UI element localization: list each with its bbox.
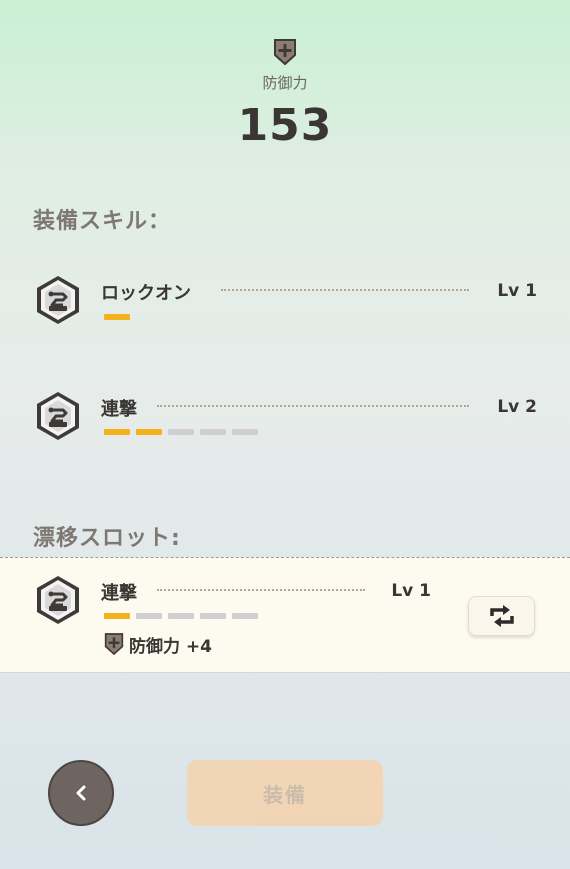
robot-arm-badge-icon	[33, 574, 83, 626]
level-bar	[104, 314, 130, 320]
skill-name: ロックオン	[101, 283, 191, 304]
level-bars	[104, 429, 258, 435]
level-bar	[200, 429, 226, 435]
level-bar	[168, 429, 194, 435]
level-bar	[200, 613, 226, 619]
level-bars	[104, 613, 258, 619]
skill-level: Lv 1	[497, 281, 537, 301]
level-bar	[136, 613, 162, 619]
skill-name: 連撃	[101, 583, 137, 604]
swap-arrows-icon	[489, 605, 514, 627]
level-bar	[232, 613, 258, 619]
back-button[interactable]	[48, 760, 114, 826]
robot-arm-badge-icon	[33, 390, 83, 442]
stat-label: 防御力	[262, 74, 308, 92]
chevron-left-icon	[76, 785, 86, 801]
skill-row[interactable]: ロックオン Lv 1	[0, 270, 570, 330]
defense-shield-icon	[104, 632, 124, 656]
skill-row[interactable]: 連撃 Lv 2	[0, 386, 570, 446]
skill-level: Lv 1	[391, 581, 431, 601]
drift-slot-title: 漂移スロット:	[33, 526, 181, 551]
equipped-skills-title: 装備スキル：	[33, 209, 172, 234]
divider	[157, 405, 469, 407]
robot-arm-badge-icon	[33, 274, 83, 326]
defense-shield-icon	[273, 38, 297, 66]
level-bar	[136, 429, 162, 435]
bonus-text: 防御力 +4	[129, 636, 212, 657]
divider	[221, 289, 469, 291]
level-bar	[104, 429, 130, 435]
skill-name: 連撃	[101, 399, 137, 420]
slot-bonus: 防御力 +4	[104, 632, 212, 657]
divider	[157, 589, 365, 591]
level-bar	[232, 429, 258, 435]
level-bars	[104, 314, 130, 320]
level-bar	[168, 613, 194, 619]
equip-button[interactable]: 装備	[187, 760, 383, 826]
swap-button[interactable]	[468, 596, 535, 636]
stat-value: 153	[237, 100, 333, 151]
skill-level: Lv 2	[497, 397, 537, 417]
slot-skill-row[interactable]: 連撃 Lv 1	[0, 570, 460, 630]
level-bar	[104, 613, 130, 619]
